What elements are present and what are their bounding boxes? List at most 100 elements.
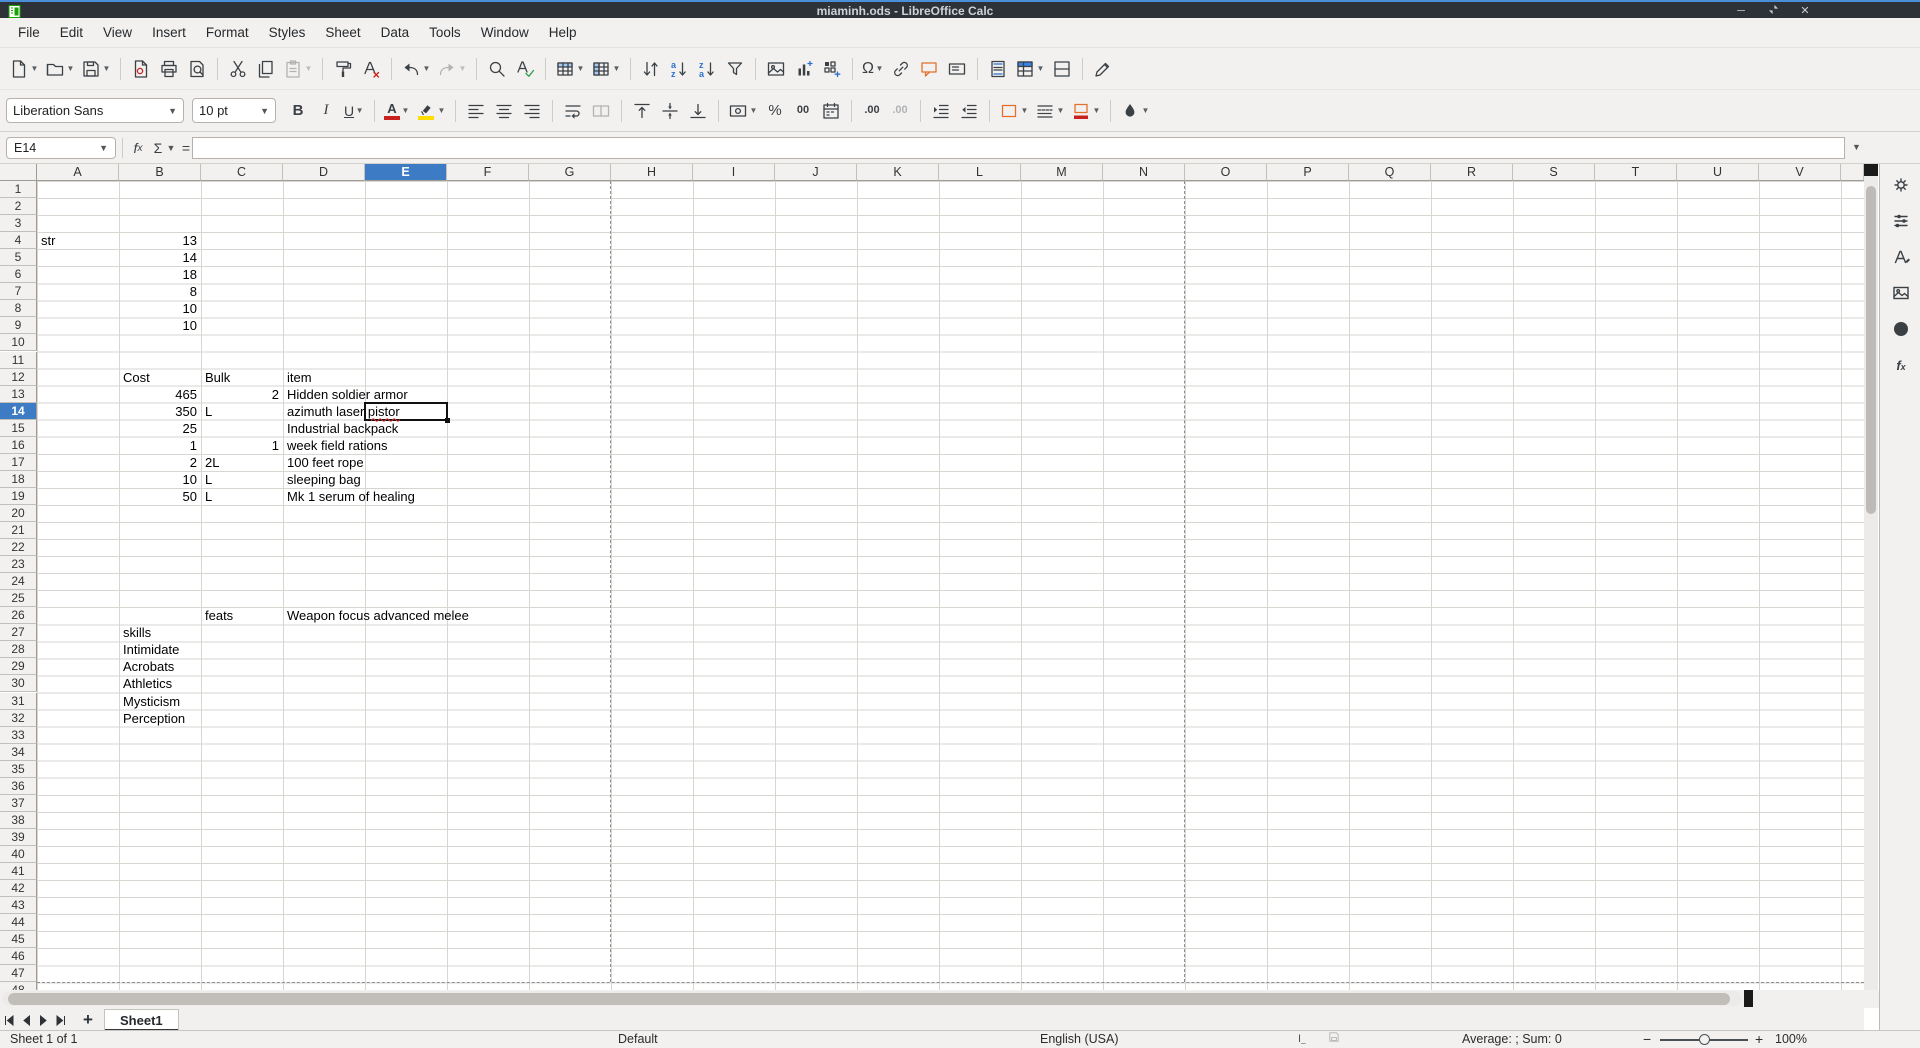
equals-icon[interactable]: = [180, 137, 192, 159]
row-header-41[interactable]: 41 [0, 863, 37, 880]
cell-C16[interactable]: 1 [202, 439, 279, 453]
column-header-V[interactable]: V [1759, 164, 1841, 181]
row-header-20[interactable]: 20 [0, 505, 37, 522]
properties-deck-icon[interactable] [1888, 208, 1914, 234]
row-header-33[interactable]: 33 [0, 727, 37, 744]
close-icon[interactable]: ✕ [1798, 4, 1812, 19]
menu-window[interactable]: Window [471, 18, 539, 47]
name-box[interactable]: E14 ▼ [6, 137, 116, 159]
toggle-print-preview-icon[interactable] [184, 55, 210, 83]
menu-tools[interactable]: Tools [419, 18, 471, 47]
font-size-combo[interactable]: 10 pt ▼ [192, 98, 276, 123]
cell-B15[interactable]: 25 [120, 422, 197, 436]
row-header-34[interactable]: 34 [0, 744, 37, 761]
row-header-7[interactable]: 7 [0, 283, 37, 300]
chevron-down-icon[interactable]: ▼ [166, 137, 176, 159]
show-draw-functions-icon[interactable] [1090, 55, 1116, 83]
menu-help[interactable]: Help [539, 18, 587, 47]
sidebar-settings-icon[interactable] [1888, 172, 1914, 198]
row-header-5[interactable]: 5 [0, 249, 37, 266]
row-header-28[interactable]: 28 [0, 641, 37, 658]
row-header-31[interactable]: 31 [0, 693, 37, 710]
chevron-down-icon[interactable]: ▼ [576, 64, 585, 73]
insert-text-box-icon[interactable] [944, 55, 970, 83]
row-header-11[interactable]: 11 [0, 352, 37, 369]
bold-icon[interactable]: B [285, 97, 311, 125]
copy-icon[interactable] [253, 55, 279, 83]
cell-D15[interactable]: Industrial backpack [287, 422, 398, 436]
cell-B6[interactable]: 18 [120, 268, 197, 282]
cut-icon[interactable] [225, 55, 251, 83]
row-header-35[interactable]: 35 [0, 761, 37, 778]
row-header-12[interactable]: 12 [0, 369, 37, 386]
cell-D12[interactable]: item [287, 371, 312, 385]
column-header-U[interactable]: U [1677, 164, 1759, 181]
column-header-R[interactable]: R [1431, 164, 1513, 181]
wrap-text-icon[interactable] [560, 97, 586, 125]
cell-D19[interactable]: Mk 1 serum of healing [287, 490, 415, 504]
vertical-scrollbar-thumb[interactable] [1866, 186, 1876, 514]
row-header-4[interactable]: 4 [0, 232, 37, 249]
last-sheet-icon[interactable] [53, 1012, 68, 1028]
restore-icon[interactable] [1766, 4, 1780, 19]
row-header-42[interactable]: 42 [0, 880, 37, 897]
cell-B30[interactable]: Athletics [123, 677, 172, 691]
gallery-deck-icon[interactable] [1888, 280, 1914, 306]
autofilter-icon[interactable] [722, 55, 748, 83]
clear-formatting-icon[interactable] [358, 55, 384, 83]
cell-B4[interactable]: 13 [120, 234, 197, 248]
formula-input[interactable] [192, 137, 1845, 159]
cell-B17[interactable]: 2 [120, 456, 197, 470]
previous-sheet-icon[interactable] [19, 1012, 34, 1028]
undo-icon[interactable]: ▼ [399, 55, 433, 83]
row-header-2[interactable]: 2 [0, 198, 37, 215]
align-center-icon[interactable] [491, 97, 517, 125]
chevron-down-icon[interactable]: ▼ [355, 106, 364, 115]
menu-insert[interactable]: Insert [142, 18, 196, 47]
column-header-H[interactable]: H [611, 164, 693, 181]
chevron-down-icon[interactable]: ▼ [1092, 106, 1101, 115]
column-header-B[interactable]: B [119, 164, 201, 181]
column-header-F[interactable]: F [447, 164, 529, 181]
sheet-tab-sheet1[interactable]: Sheet1 [104, 1009, 179, 1031]
chevron-down-icon[interactable]: ▼ [102, 64, 111, 73]
cell-B18[interactable]: 10 [120, 473, 197, 487]
cell-C13[interactable]: 2 [202, 388, 279, 402]
row-header-48[interactable]: 48 [0, 982, 37, 990]
find-and-replace-icon[interactable] [484, 55, 510, 83]
center-vertically-icon[interactable] [657, 97, 683, 125]
format-as-currency-icon[interactable]: ▼ [726, 97, 760, 125]
menu-edit[interactable]: Edit [50, 18, 93, 47]
column-header-N[interactable]: N [1103, 164, 1185, 181]
insert-comment-icon[interactable] [916, 55, 942, 83]
cell-C19[interactable]: L [205, 490, 212, 504]
zoom-slider-thumb[interactable] [1699, 1034, 1710, 1045]
save-icon[interactable]: ▼ [79, 55, 113, 83]
row-header-39[interactable]: 39 [0, 829, 37, 846]
navigator-deck-icon[interactable] [1888, 316, 1914, 342]
column-header-S[interactable]: S [1513, 164, 1595, 181]
column-header-Q[interactable]: Q [1349, 164, 1431, 181]
menu-view[interactable]: View [93, 18, 142, 47]
select-all-corner[interactable] [0, 164, 37, 181]
cell-A4[interactable]: str [41, 234, 55, 248]
insert-chart-icon[interactable] [791, 55, 817, 83]
row-header-15[interactable]: 15 [0, 420, 37, 437]
cell-D26[interactable]: Weapon focus advanced melee [287, 609, 469, 623]
increase-indent-icon[interactable] [928, 97, 954, 125]
chevron-down-icon[interactable]: ▼ [30, 64, 39, 73]
row-header-46[interactable]: 46 [0, 948, 37, 965]
format-as-percent-icon[interactable]: % [762, 97, 788, 125]
cell-B7[interactable]: 8 [120, 285, 197, 299]
functions-deck-icon[interactable]: fx [1888, 352, 1914, 378]
horizontal-pane-splitter[interactable] [1744, 990, 1753, 1007]
cell-B29[interactable]: Acrobats [123, 660, 174, 674]
column-header-E[interactable]: E [365, 164, 447, 181]
row-header-36[interactable]: 36 [0, 778, 37, 795]
align-bottom-icon[interactable] [685, 97, 711, 125]
chevron-down-icon[interactable]: ▼ [422, 64, 431, 73]
open-file-icon[interactable]: ▼ [43, 55, 77, 83]
chevron-down-icon[interactable]: ▼ [437, 106, 446, 115]
chevron-down-icon[interactable]: ▼ [612, 64, 621, 73]
cell-C17[interactable]: 2L [205, 456, 219, 470]
